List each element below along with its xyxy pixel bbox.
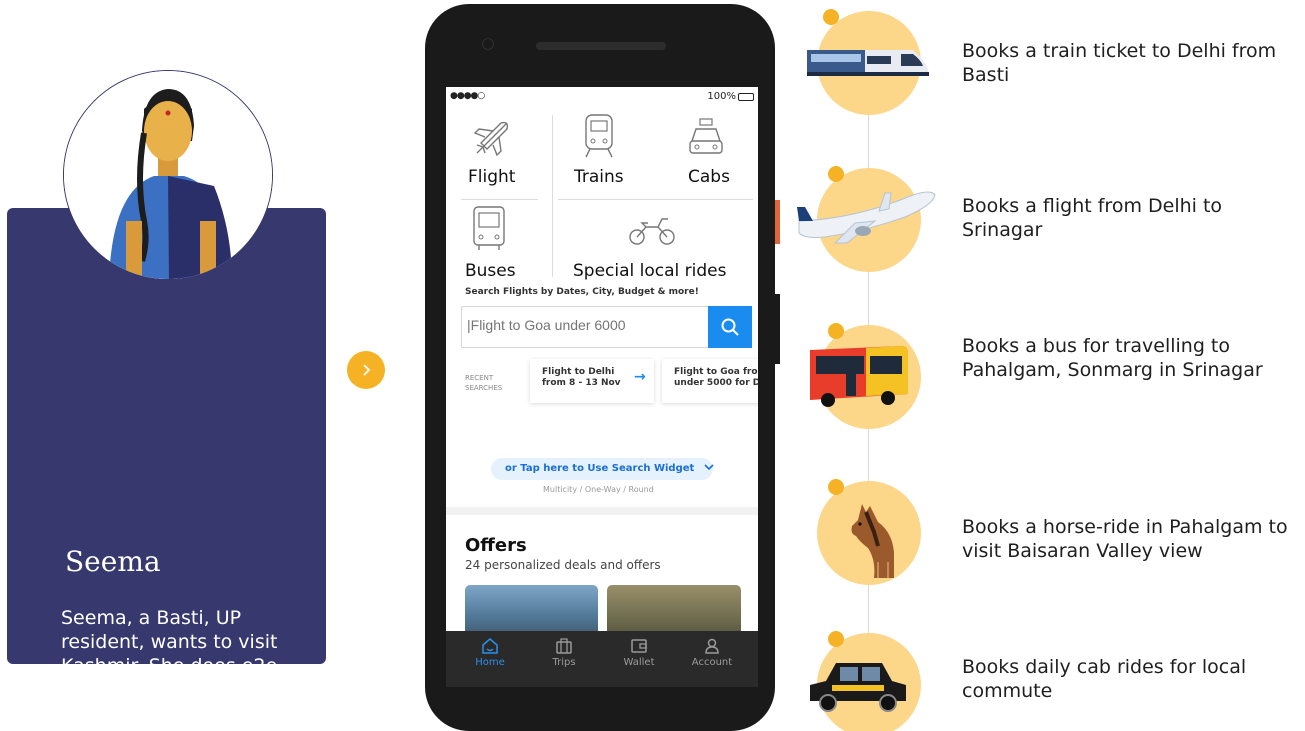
battery-icon [738, 93, 754, 101]
widget-trip-types: Multicity / One-Way / Round [543, 485, 654, 494]
briefcase-icon [556, 638, 572, 654]
tab-wallet[interactable]: Wallet [609, 637, 669, 668]
widget-link: Search Widget [611, 463, 695, 474]
search-input[interactable] [467, 317, 707, 333]
mode-flight-label: Flight [468, 167, 516, 187]
timeline-dot [828, 166, 844, 182]
tab-wallet-label: Wallet [623, 657, 655, 668]
battery-percent: 100% [707, 91, 736, 102]
airplane-icon [473, 121, 509, 157]
arrow-right-icon: → [634, 369, 646, 385]
recent-label-line1: RECENT [465, 374, 494, 382]
woman-illustration [64, 71, 272, 279]
search-icon [721, 318, 739, 336]
motorbike-icon [629, 218, 675, 245]
bus-icon [810, 346, 908, 407]
offers-subtitle: 24 personalized deals and offers [465, 558, 661, 572]
mode-cabs-label: Cabs [688, 167, 730, 187]
train-icon [585, 114, 613, 158]
search-widget-link[interactable]: or Tap here to Use Search Widget [491, 458, 714, 480]
offers-title: Offers [465, 535, 527, 556]
status-bar: ●●●●○ 100% [446, 87, 758, 109]
mode-trains-label: Trains [574, 167, 624, 187]
timeline-dot [828, 323, 844, 339]
grid-divider [461, 199, 538, 200]
tab-trips[interactable]: Trips [534, 637, 594, 668]
mode-special-label: Special local rides [573, 261, 727, 281]
timeline-step-text: Books daily cab rides for local commute [962, 656, 1247, 702]
bus-icon [473, 206, 505, 250]
power-button [775, 200, 780, 244]
recent-searches-label: RECENT SEARCHES [465, 373, 502, 393]
mode-trains[interactable]: Trains [566, 109, 636, 194]
mode-cabs[interactable]: Cabs [682, 109, 752, 194]
tab-home[interactable]: Home [460, 637, 520, 668]
volume-button [775, 294, 780, 364]
speaker-grill [536, 42, 666, 50]
mode-buses-label: Buses [465, 261, 516, 281]
front-camera [482, 38, 494, 50]
widget-prefix: or Tap here to Use [505, 463, 609, 474]
bottom-tab-bar: Home Trips Wallet Account [446, 631, 758, 687]
next-button[interactable] [347, 351, 385, 389]
grid-divider [552, 115, 553, 277]
recent-search-chip[interactable]: Flight to Goa from under 5000 for D [662, 359, 758, 403]
timeline-step-text: Books a bus for travelling to Pahalgam, … [962, 335, 1263, 381]
recent-chip-line2: under 5000 for D [674, 378, 758, 388]
search-caption: Search Flights by Dates, City, Budget & … [465, 287, 699, 297]
section-separator [446, 507, 758, 515]
recent-chip-line1: Flight to Goa from [674, 367, 758, 377]
recent-label-line2: SEARCHES [465, 384, 503, 392]
tab-account-label: Account [691, 657, 733, 668]
wallet-icon [631, 639, 647, 653]
chevron-down-icon [704, 464, 714, 471]
chevron-right-icon [363, 364, 371, 376]
user-icon [705, 638, 719, 654]
tab-trips-label: Trips [552, 657, 576, 668]
timeline-dot [823, 9, 839, 25]
tab-home-label: Home [475, 657, 505, 668]
mode-flight[interactable]: Flight [461, 109, 531, 194]
taxi-icon [810, 663, 906, 712]
horse-icon [851, 504, 894, 578]
persona-avatar [63, 70, 273, 280]
timeline-dot [828, 479, 844, 495]
slide: Seema Seema, a Basti, UP resident, wants… [0, 0, 1305, 731]
timeline-dot [828, 631, 844, 647]
recent-search-chip[interactable]: Flight to Delhi from 8 - 13 Nov → [530, 359, 654, 403]
taxi-icon [689, 118, 723, 154]
search-button[interactable] [708, 306, 752, 348]
persona-description: Seema, a Basti, UP resident, wants to vi… [61, 607, 278, 725]
phone-mockup: ●●●●○ 100% Flight Trains Cabs Buses Spec… [425, 4, 780, 731]
search-box[interactable] [461, 306, 723, 348]
timeline-step-text: Books a train ticket to Delhi from Basti [962, 40, 1277, 86]
tab-account[interactable]: Account [682, 637, 742, 668]
timeline-step-text: Books a horse-ride in Pahalgam to visit … [962, 516, 1288, 562]
grid-divider [558, 199, 753, 200]
airplane-icon [797, 191, 936, 244]
timeline-step-text: Books a flight from Delhi to Srinagar [962, 195, 1223, 241]
mode-special-local-rides[interactable]: Special local rides [570, 203, 740, 283]
persona-name: Seema [65, 545, 161, 578]
app-screen: ●●●●○ 100% Flight Trains Cabs Buses Spec… [446, 87, 758, 687]
mode-buses[interactable]: Buses [461, 203, 531, 283]
signal-indicator: ●●●●○ [450, 91, 485, 101]
train-icon [807, 50, 929, 76]
home-icon [482, 638, 498, 654]
